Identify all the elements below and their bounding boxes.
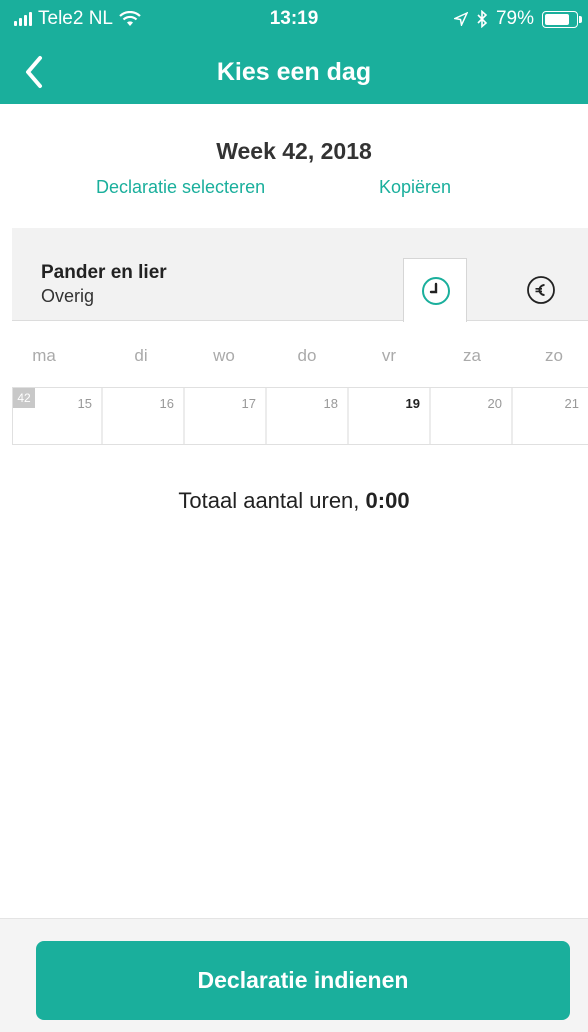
day-number: 17 [241, 396, 256, 411]
project-category: Overig [41, 286, 95, 306]
copy-link[interactable]: Kopiëren [379, 177, 451, 198]
project-panel: Pander en lier Overig [12, 228, 588, 322]
day-label-ma: ma [32, 346, 56, 365]
day-number: 19 [405, 396, 420, 411]
day-number: 20 [487, 396, 502, 411]
day-cell-today[interactable]: 19 [347, 388, 430, 444]
day-cell[interactable]: 18 [265, 388, 348, 444]
bluetooth-icon [477, 10, 488, 28]
day-cell[interactable]: 16 [101, 388, 184, 444]
location-arrow-icon [453, 12, 468, 26]
status-bar: Tele2 NL 13:19 79% [0, 0, 588, 40]
day-cell[interactable]: 17 [183, 388, 266, 444]
day-label-wo: wo [213, 346, 235, 365]
day-cell[interactable]: 42 15 [13, 388, 102, 444]
battery-icon [542, 10, 582, 28]
day-label-zo: zo [545, 346, 563, 365]
bottom-bar: Declaratie indienen [0, 918, 588, 1032]
tab-expenses[interactable] [509, 258, 573, 322]
status-right: 79% [453, 8, 582, 30]
page-title: Kies een dag [216, 58, 372, 86]
day-label-vr: vr [381, 346, 397, 365]
day-cell[interactable]: 20 [429, 388, 512, 444]
top-bar: Tele2 NL 13:19 79% Kies een dag [0, 0, 588, 104]
app-screen: Tele2 NL 13:19 79% Kies een dag Week 42,… [0, 0, 588, 1032]
total-value: 0:00 [365, 488, 410, 513]
day-cell[interactable]: 21 [511, 388, 588, 444]
day-number: 18 [323, 396, 338, 411]
tab-hours[interactable] [403, 258, 467, 322]
day-number: 15 [77, 396, 92, 411]
project-name: Pander en lier [41, 262, 167, 283]
battery-label: 79% [495, 8, 534, 29]
clock-icon [422, 277, 450, 305]
day-number: 21 [564, 396, 579, 411]
day-labels: ma di wo do vr za zo [12, 346, 588, 370]
select-declaration-link[interactable]: Declaratie selecteren [96, 177, 265, 198]
euro-icon [527, 276, 555, 304]
submit-declaration-button[interactable]: Declaratie indienen [36, 941, 570, 1020]
week-title: Week 42, 2018 [216, 138, 372, 164]
total-label: Totaal aantal uren, [178, 488, 360, 513]
day-cells: 42 15 16 17 18 19 20 21 [12, 387, 588, 445]
day-number: 16 [159, 396, 174, 411]
nav-bar: Kies een dag [0, 40, 588, 104]
day-label-di: di [134, 346, 148, 365]
day-label-za: za [463, 346, 481, 365]
total-hours: Totaal aantal uren, 0:00 [0, 488, 588, 514]
day-label-do: do [297, 346, 317, 365]
week-number-badge: 42 [13, 388, 35, 408]
